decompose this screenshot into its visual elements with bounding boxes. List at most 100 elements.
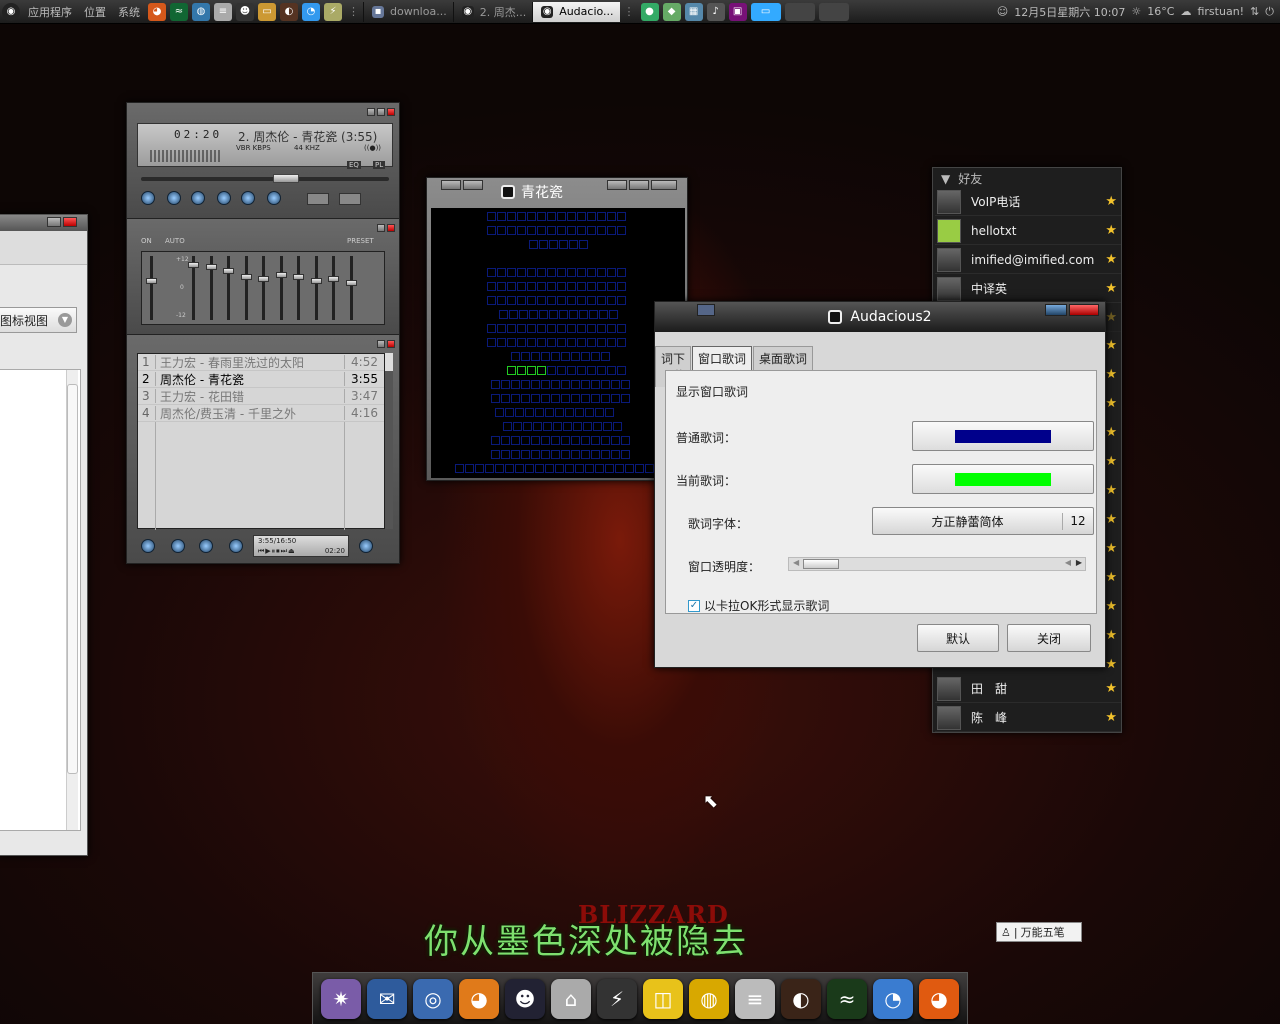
repeat-button[interactable]	[339, 193, 361, 205]
close-button[interactable]	[651, 180, 677, 190]
maximize-button[interactable]	[47, 217, 61, 227]
font-button[interactable]: 方正静蕾简体 12	[872, 507, 1094, 535]
close-button[interactable]	[387, 108, 395, 116]
audacious-launcher-icon[interactable]: ◐	[280, 2, 298, 21]
rhythmbox-launcher-icon[interactable]: ⚡	[324, 2, 342, 21]
scrollbar-thumb[interactable]	[67, 384, 78, 774]
tray-update-icon[interactable]: ◆	[662, 2, 681, 21]
audacious-icon[interactable]: ◐	[781, 978, 821, 1019]
eq-band-slider[interactable]	[205, 256, 217, 320]
arrow-left-icon[interactable]: ◀	[793, 558, 799, 567]
eq-band-handle[interactable]	[275, 272, 287, 278]
system-monitor-icon[interactable]: ≈	[827, 978, 867, 1019]
shade-button[interactable]	[377, 108, 385, 116]
stop-button[interactable]	[217, 191, 231, 205]
buddy-item[interactable]: hellotxt ★	[935, 217, 1121, 245]
playlist-row[interactable]: 4 周杰伦/费玉清 - 千里之外 4:16	[138, 405, 384, 422]
monitor-launcher-icon[interactable]: ≈	[170, 2, 188, 21]
pl-toggle[interactable]: PL	[373, 161, 386, 169]
close-button[interactable]	[387, 340, 395, 348]
eject-button[interactable]	[267, 191, 281, 205]
close-dialog-button[interactable]: 关闭	[1007, 624, 1091, 652]
menu-places[interactable]: 位置	[78, 4, 112, 20]
eq-band-handle[interactable]	[293, 274, 304, 280]
karaoke-checkbox[interactable]: ✓	[688, 599, 700, 612]
eq-band-slider[interactable]	[293, 256, 304, 320]
text-editor-icon[interactable]: ≡	[735, 978, 775, 1019]
playlist[interactable]: 1 王力宏 - 春雨里洗过的太阳 4:52 2 周杰伦 - 青花瓷 3:55 3 王力宏 - …	[137, 353, 385, 530]
eq-band-slider[interactable]	[188, 256, 199, 320]
karaoke-option[interactable]: ✓ 以卡拉OK形式显示歌词	[688, 597, 829, 614]
menu-system[interactable]: 系统	[112, 4, 146, 20]
opacity-slider[interactable]: ◀ ◀ ▶	[788, 557, 1086, 571]
eq-band-slider[interactable]	[223, 256, 234, 320]
username[interactable]: firstuan!	[1197, 5, 1244, 18]
minimize-button[interactable]	[607, 180, 627, 190]
user-avatar-icon[interactable]: ☺	[997, 5, 1008, 18]
eq-auto-toggle[interactable]: AUTO	[165, 237, 185, 245]
eq-band-handle[interactable]	[328, 276, 339, 282]
remove-button[interactable]	[171, 539, 185, 553]
thunderbird-icon[interactable]: ✉	[367, 978, 407, 1019]
eq-band-slider[interactable]	[310, 256, 322, 320]
chat-icon[interactable]: ◔	[873, 978, 913, 1019]
workspace-switcher-icon[interactable]: ▭	[750, 2, 781, 21]
shade-button[interactable]	[377, 224, 385, 232]
pin-button[interactable]	[441, 180, 461, 190]
firefox-alt-icon[interactable]: ◕	[459, 978, 499, 1019]
opacity-handle[interactable]	[803, 559, 839, 569]
ime-indicator[interactable]: ♙ | 万能五笔	[996, 922, 1082, 942]
weather-temp[interactable]: 16°C	[1147, 5, 1174, 18]
eq-band-slider[interactable]	[146, 256, 157, 320]
tray-image-icon[interactable]: ▦	[684, 2, 703, 21]
menu-applications[interactable]: 应用程序	[22, 4, 78, 20]
playlist-row[interactable]: 3 王力宏 - 花田错 3:47	[138, 388, 384, 405]
list-menu-button[interactable]	[359, 539, 373, 553]
desktop-effects-icon[interactable]: ✷	[321, 978, 361, 1019]
minimize-button[interactable]	[367, 108, 375, 116]
taskbar-item-player[interactable]: ◉ 2. 周杰...	[452, 1, 532, 22]
clock[interactable]: 12月5日星期六 10:07	[1014, 4, 1125, 20]
workspace-2-icon[interactable]	[784, 2, 815, 21]
next-button[interactable]	[241, 191, 255, 205]
scrollbar[interactable]	[66, 370, 78, 830]
firefox-launcher-icon[interactable]: ◕	[148, 2, 166, 21]
eq-band-handle[interactable]	[258, 276, 269, 282]
playlist-row[interactable]: 2 周杰伦 - 青花瓷 3:55	[138, 371, 384, 388]
coin-icon[interactable]: ◍	[689, 978, 729, 1019]
pause-button[interactable]	[191, 191, 205, 205]
previous-button[interactable]	[141, 191, 155, 205]
buddy-item[interactable]: 陈 峰 ★	[935, 704, 1121, 732]
notes-launcher-icon[interactable]: ≡	[214, 2, 232, 21]
buddy-item[interactable]: VoIP电话 ★	[935, 188, 1121, 216]
seek-handle[interactable]	[273, 174, 299, 183]
select-button[interactable]	[199, 539, 213, 553]
volume-icon[interactable]: ♪	[706, 2, 725, 21]
normal-color-button[interactable]	[912, 421, 1094, 451]
firefox-icon[interactable]: ◕	[919, 978, 959, 1019]
eq-on-toggle[interactable]: ON	[141, 237, 152, 245]
playlist-empty-area[interactable]	[138, 422, 384, 530]
restore-icon[interactable]	[697, 304, 715, 316]
folder-launcher-icon[interactable]: ▭	[258, 2, 276, 21]
view-mode-select[interactable]: 图标视图 ▼	[0, 307, 77, 333]
buddy-item[interactable]: 中译英 ★	[935, 275, 1121, 303]
misc-button[interactable]	[229, 539, 243, 553]
qq-icon[interactable]: ☻	[505, 978, 545, 1019]
rhythmbox-icon[interactable]: ⚡	[597, 978, 637, 1019]
eq-band-handle[interactable]	[223, 268, 234, 274]
eq-band-handle[interactable]	[345, 280, 357, 286]
workspace-3-icon[interactable]	[818, 2, 849, 21]
eq-presets-button[interactable]: PRESET	[347, 237, 374, 245]
eq-toggle[interactable]: EQ	[347, 161, 361, 169]
file-list[interactable]	[0, 369, 81, 831]
eq-band-slider[interactable]	[240, 256, 252, 320]
scrollbar-thumb[interactable]	[385, 353, 393, 371]
taskbar-item-downloads[interactable]: ▪ downloa...	[363, 1, 453, 22]
home-folder-icon[interactable]: ⌂	[551, 978, 591, 1019]
eq-band-handle[interactable]	[240, 274, 252, 280]
chat-launcher-icon[interactable]: ◔	[302, 2, 320, 21]
add-button[interactable]	[141, 539, 155, 553]
playlist-row[interactable]: 1 王力宏 - 春雨里洗过的太阳 4:52	[138, 354, 384, 371]
play-button[interactable]	[167, 191, 181, 205]
